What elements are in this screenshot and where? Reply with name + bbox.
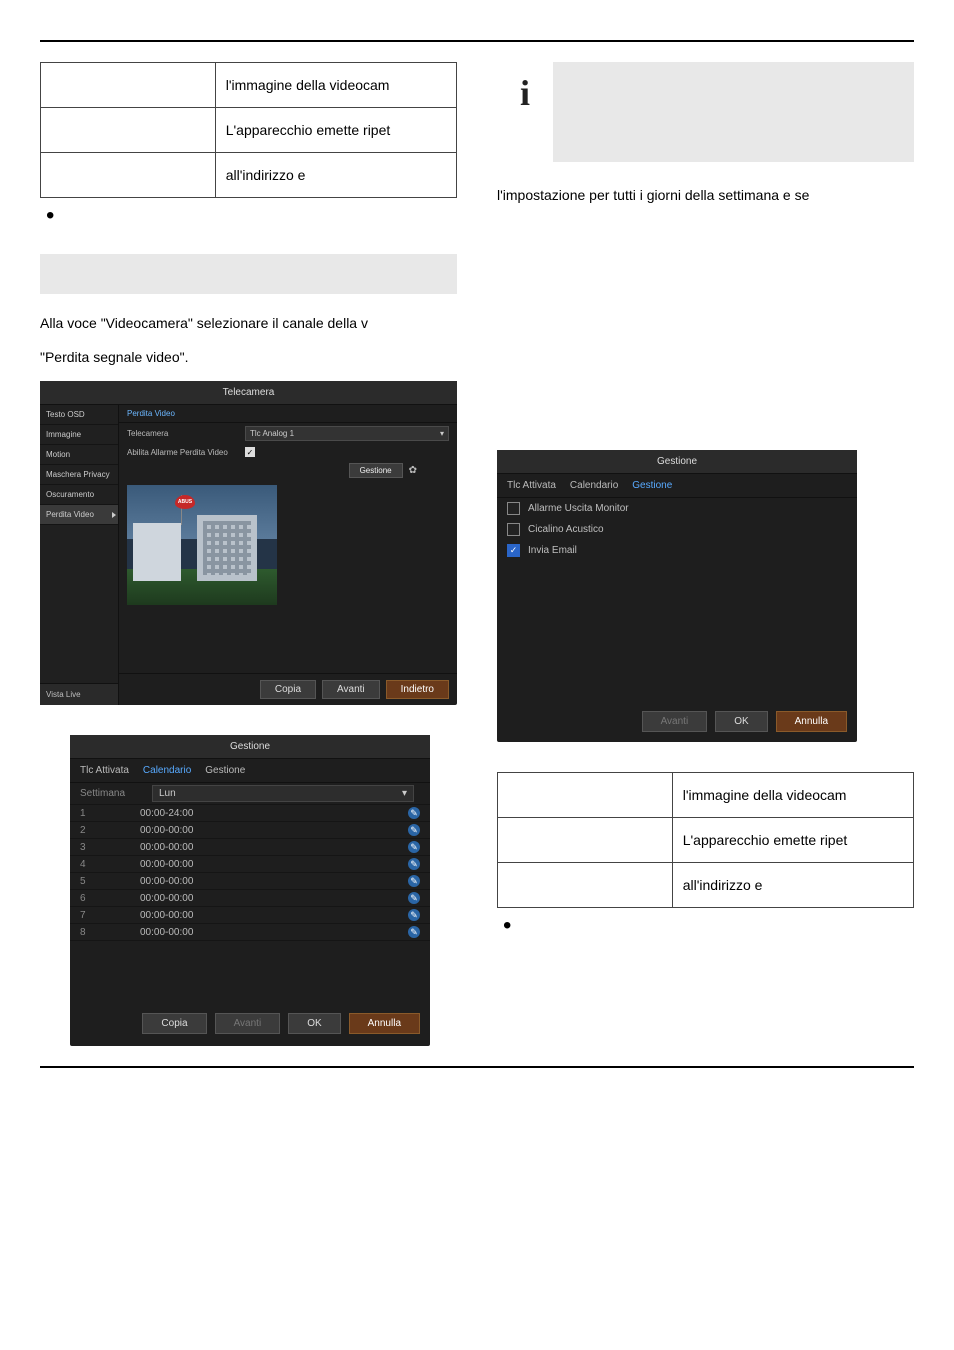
time-slot[interactable]: 00:00-00:00 [140,910,408,921]
paragraph-camera-select: Alla voce "Videocamera" selezionare il c… [40,314,457,334]
table2-r1-right: L'apparecchio emette ripet [672,817,913,862]
reaction-title: Gestione [497,450,857,474]
edit-icon[interactable]: ✎ [408,926,420,938]
opt-buzzer[interactable]: Cicalino Acustico [497,519,857,540]
tab-tlc-attivata[interactable]: Tlc Attivata [507,480,556,491]
next-button[interactable]: Avanti [322,680,380,699]
edit-icon[interactable]: ✎ [408,824,420,836]
sidebar-item-osd[interactable]: Testo OSD [40,405,118,425]
table2-r0-left [498,772,673,817]
time-slot[interactable]: 00:00-00:00 [140,825,408,836]
tab-calendario[interactable]: Calendario [143,765,191,776]
time-slot[interactable]: 00:00-24:00 [140,808,408,819]
table2-r2-left [498,862,673,907]
table1-r2-left [41,153,216,198]
cancel-button[interactable]: Annulla [349,1013,420,1034]
checkbox-icon[interactable] [507,502,520,515]
edit-icon[interactable]: ✎ [408,909,420,921]
checkbox-icon[interactable] [507,523,520,536]
schedule-dialog-screenshot: Gestione Tlc Attivata Calendario Gestion… [70,735,430,1046]
sidebar-item-privacy[interactable]: Maschera Privacy [40,465,118,485]
sidebar-item-motion[interactable]: Motion [40,445,118,465]
info-icon: i [497,62,553,162]
week-label: Settimana [80,788,152,799]
manage-button[interactable]: Gestione [349,463,403,478]
edit-icon[interactable]: ✎ [408,892,420,904]
table2-r0-right: l'immagine della videocam [672,772,913,817]
week-select[interactable]: Lun ▾ [152,785,414,802]
chevron-down-icon: ▾ [440,429,444,438]
table2-r2-right: all'indirizzo e [672,862,913,907]
chevron-down-icon: ▾ [402,788,407,799]
reaction-dialog-screenshot: Gestione Tlc Attivata Calendario Gestion… [497,450,857,742]
time-slot[interactable]: 00:00-00:00 [140,927,408,938]
checkbox-icon[interactable]: ✓ [507,544,520,557]
time-slot[interactable]: 00:00-00:00 [140,893,408,904]
sidebar-liveview[interactable]: Vista Live [40,683,118,705]
time-slot[interactable]: 00:00-00:00 [140,842,408,853]
sidebar-item-image[interactable]: Immagine [40,425,118,445]
camera-settings-screenshot: Telecamera Testo OSD Immagine Motion Mas… [40,381,457,705]
table1-r2-right: all'indirizzo e [215,153,456,198]
camera-preview: ABUS [127,485,277,605]
camera-tab[interactable]: Perdita Video [119,405,457,423]
table2-r1-left [498,817,673,862]
tab-gestione[interactable]: Gestione [632,480,672,491]
tab-calendario[interactable]: Calendario [570,480,618,491]
table1-r0-left [41,63,216,108]
table1-r0-right: l'immagine della videocam [215,63,456,108]
reaction-table-1: l'immagine della videocam L'apparecchio … [40,62,457,198]
reaction-table-2: l'immagine della videocam L'apparecchio … [497,772,914,908]
info-body [553,62,914,162]
back-button[interactable]: Indietro [386,680,449,699]
opt-email[interactable]: ✓ Invia Email [497,540,857,561]
camera-sidebar: Testo OSD Immagine Motion Maschera Priva… [40,405,119,705]
edit-icon[interactable]: ✎ [408,858,420,870]
abus-logo: ABUS [175,495,195,509]
camera-title: Telecamera [40,381,457,405]
paragraph-copy-week: l'impostazione per tutti i giorni della … [497,186,914,206]
enable-alarm-checkbox[interactable]: ✓ [245,447,255,457]
sidebar-item-videoloss[interactable]: Perdita Video [40,505,118,525]
next-button[interactable]: Avanti [215,1013,281,1034]
tab-tlc-attivata[interactable]: Tlc Attivata [80,765,129,776]
info-callout: i [497,62,914,162]
bullet-2: • [497,918,914,934]
ok-button[interactable]: OK [288,1013,340,1034]
copy-button[interactable]: Copia [260,680,316,699]
bullet-1: • [40,208,457,224]
time-slot[interactable]: 00:00-00:00 [140,876,408,887]
edit-icon[interactable]: ✎ [408,875,420,887]
enable-alarm-label: Abilita Allarme Perdita Video [127,448,237,457]
table1-r1-left [41,108,216,153]
sidebar-item-tamper[interactable]: Oscuramento [40,485,118,505]
next-button[interactable]: Avanti [642,711,708,732]
time-slot[interactable]: 00:00-00:00 [140,859,408,870]
opt-monitor[interactable]: Allarme Uscita Monitor [497,498,857,519]
schedule-title: Gestione [70,735,430,759]
table1-r1-right: L'apparecchio emette ripet [215,108,456,153]
edit-icon[interactable]: ✎ [408,807,420,819]
paragraph-video-loss: "Perdita segnale video". [40,348,457,368]
gear-icon[interactable]: ✿ [409,465,417,476]
section-bar [40,254,457,294]
tab-gestione[interactable]: Gestione [205,765,245,776]
copy-button[interactable]: Copia [142,1013,206,1034]
ok-button[interactable]: OK [715,711,767,732]
cancel-button[interactable]: Annulla [776,711,847,732]
camera-select-label: Telecamera [127,429,237,438]
camera-select[interactable]: Tlc Analog 1 ▾ [245,426,449,441]
edit-icon[interactable]: ✎ [408,841,420,853]
